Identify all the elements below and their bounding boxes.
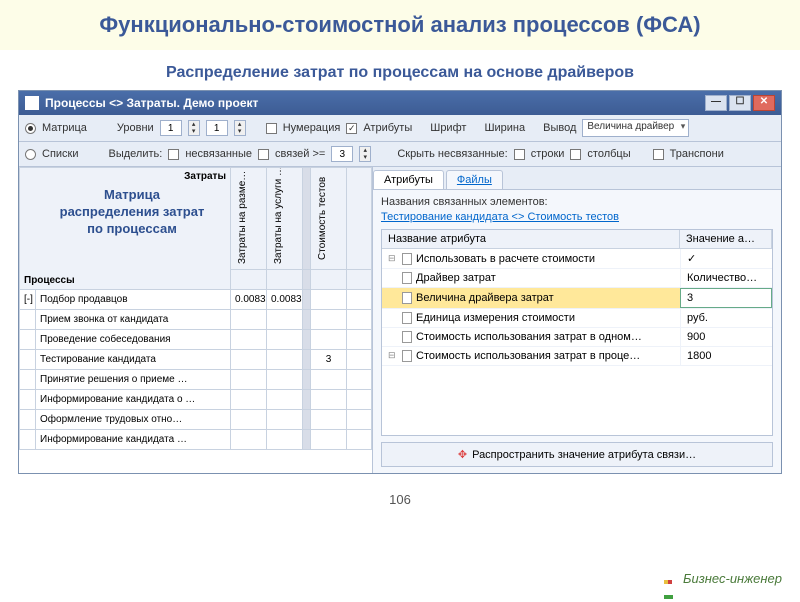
- hide-unrelated-label: Скрыть несвязанные:: [397, 148, 507, 160]
- level-from-spinner[interactable]: ▴▾: [188, 120, 200, 136]
- attr-row[interactable]: ⊟Стоимость использования затрат в проце……: [382, 347, 772, 366]
- attribute-table: Название атрибута Значение а… ⊟Использов…: [381, 229, 773, 436]
- propagate-icon: ✥: [458, 448, 467, 461]
- table-row[interactable]: Информирование кандидата о …: [20, 390, 372, 410]
- matrix-panel: Матрица распределения затрат по процесса…: [19, 167, 373, 473]
- highlight-label: Выделить:: [109, 148, 163, 160]
- hide-rows-checkbox[interactable]: [514, 149, 525, 160]
- linked-elements-link[interactable]: Тестирование кандидата <> Стоимость тест…: [381, 211, 773, 223]
- tab-attributes[interactable]: Атрибуты: [373, 170, 444, 189]
- doc-icon: [402, 350, 412, 362]
- links-gte-label: связей >=: [275, 148, 325, 160]
- hide-cols-checkbox[interactable]: [570, 149, 581, 160]
- lists-label: Списки: [42, 148, 79, 160]
- attributes-label: Атрибуты: [363, 122, 412, 134]
- level-to-spinner[interactable]: ▴▾: [234, 120, 246, 136]
- matrix-description: Матрица распределения затрат по процесса…: [47, 187, 217, 238]
- table-row[interactable]: [-]Подбор продавцов0.00830.0083: [20, 290, 372, 310]
- table-row[interactable]: Прием звонка от кандидата: [20, 310, 372, 330]
- app-window: Процессы <> Затраты. Демо проект — ☐ ✕ М…: [18, 90, 782, 474]
- col-header: Стоимость тестов: [311, 168, 347, 270]
- attr-row[interactable]: ⊟Использовать в расчете стоимости✓: [382, 249, 772, 269]
- content-area: Матрица распределения затрат по процесса…: [19, 167, 781, 473]
- unrelated-checkbox[interactable]: [168, 149, 179, 160]
- table-row[interactable]: Оформление трудовых отно…: [20, 410, 372, 430]
- doc-icon: [402, 272, 412, 284]
- attributes-panel: Атрибуты Файлы Названия связанных элемен…: [373, 167, 781, 473]
- col-header: Затраты на разме…: [231, 168, 267, 270]
- hide-rows-label: строки: [531, 148, 565, 160]
- toolbar-row-1: Матрица Уровни ▴▾ ▴▾ Нумерация ✓ Атрибут…: [19, 115, 781, 142]
- transpose-checkbox[interactable]: [653, 149, 664, 160]
- doc-icon: [402, 312, 412, 324]
- maximize-button[interactable]: ☐: [729, 95, 751, 111]
- width-label[interactable]: Ширина: [484, 122, 525, 134]
- brand-icon: [664, 572, 678, 586]
- close-button[interactable]: ✕: [753, 95, 775, 111]
- col-spacer: [347, 168, 372, 270]
- slide-title: Функционально-стоимостной анализ процесс…: [0, 0, 800, 50]
- lists-radio[interactable]: [25, 149, 36, 160]
- numbering-checkbox[interactable]: [266, 123, 277, 134]
- links-gte-spinner[interactable]: ▴▾: [359, 146, 371, 162]
- app-icon: [25, 96, 39, 110]
- transpose-label: Транспони: [670, 148, 724, 160]
- level-from-input[interactable]: [160, 120, 182, 136]
- unrelated-label: несвязанные: [185, 148, 252, 160]
- matrix-radio[interactable]: [25, 123, 36, 134]
- tab-files[interactable]: Файлы: [446, 170, 503, 189]
- attr-row[interactable]: Драйвер затратКоличество…: [382, 269, 772, 288]
- attr-table-header: Название атрибута Значение а…: [382, 230, 772, 249]
- output-combo[interactable]: Величина драйвер: [582, 119, 689, 137]
- titlebar: Процессы <> Затраты. Демо проект — ☐ ✕: [19, 91, 781, 115]
- levels-label: Уровни: [117, 122, 154, 134]
- links-gte-input[interactable]: [331, 146, 353, 162]
- table-row[interactable]: Тестирование кандидата3: [20, 350, 372, 370]
- brand-label: Бизнес-инженер: [664, 571, 782, 586]
- numbering-label: Нумерация: [283, 122, 341, 134]
- minimize-button[interactable]: —: [705, 95, 727, 111]
- toolbar-row-2: Списки Выделить: несвязанные связей >= ▴…: [19, 142, 781, 167]
- level-to-input[interactable]: [206, 120, 228, 136]
- attributes-checkbox[interactable]: ✓: [346, 123, 357, 134]
- hide-cols-label: столбцы: [587, 148, 630, 160]
- attributes-body: Названия связанных элементов: Тестирован…: [373, 190, 781, 473]
- page-number: 106: [0, 492, 800, 507]
- attr-row[interactable]: Стоимость использования затрат в одном…9…: [382, 328, 772, 347]
- window-title: Процессы <> Затраты. Демо проект: [45, 96, 258, 110]
- table-row[interactable]: Принятие решения о приеме …: [20, 370, 372, 390]
- slide-subtitle: Распределение затрат по процессам на осн…: [0, 64, 800, 82]
- table-row[interactable]: Проведение собеседования: [20, 330, 372, 350]
- attr-col-value: Значение а…: [680, 230, 772, 248]
- col-gap: [303, 168, 311, 270]
- col-header: Затраты на услуги …: [267, 168, 303, 270]
- font-label[interactable]: Шрифт: [430, 122, 466, 134]
- doc-icon: [402, 292, 412, 304]
- attr-row[interactable]: Единица измерения стоимостируб.: [382, 309, 772, 328]
- attr-col-name: Название атрибута: [382, 230, 680, 248]
- output-label: Вывод: [543, 122, 576, 134]
- doc-icon: [402, 331, 412, 343]
- matrix-label: Матрица: [42, 122, 87, 134]
- attr-row-selected[interactable]: Величина драйвера затрат3: [382, 288, 772, 309]
- tabs: Атрибуты Файлы: [373, 167, 781, 190]
- propagate-button[interactable]: ✥ Распространить значение атрибута связи…: [381, 442, 773, 467]
- doc-icon: [402, 253, 412, 265]
- table-row[interactable]: Информирование кандидата …: [20, 430, 372, 450]
- linked-names-label: Названия связанных элементов:: [381, 196, 773, 208]
- links-gte-checkbox[interactable]: [258, 149, 269, 160]
